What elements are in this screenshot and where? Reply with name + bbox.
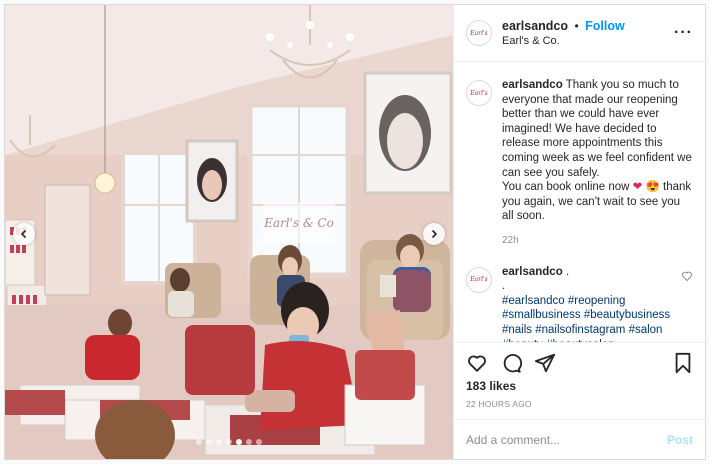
comment-icon[interactable] [500,352,522,374]
carousel-dot [226,439,232,445]
caption-body: earlsandco Thank you so much to everyone… [502,78,693,249]
post-header: Earl's earlsandco • Follow Earl's & Co. … [454,5,705,62]
more-options-icon[interactable]: ··· [674,24,693,42]
caption-comment: Earl's earlsandco Thank you so much to e… [466,78,693,249]
caption-timestamp: 22h [502,234,519,246]
comment-line-2: . [502,280,506,293]
chevron-left-icon [20,229,27,239]
comment-line-1: . [565,265,570,278]
carousel-dot [236,439,242,445]
previous-photo-button[interactable] [13,223,35,245]
caption-username[interactable]: earlsandco [502,79,563,91]
header-separator: • [574,18,579,33]
carousel-dot [206,439,212,445]
avatar[interactable]: Earl's [466,266,492,293]
carousel-dot [196,439,202,445]
carousel-dot [246,439,252,445]
next-photo-button[interactable] [423,223,445,245]
post-date[interactable]: 22 HOURS AGO [466,399,693,409]
carousel-indicator [5,439,453,445]
hashtag-comment: Earl's earlsandco . . #earlsandco #reope… [466,265,693,342]
avatar[interactable]: Earl's [466,80,492,106]
brand-logo-mark: Earl's [470,276,488,284]
brand-logo-mark: Earl's [470,29,488,37]
salon-photo-illustration: Earl's & Co [5,5,453,459]
instagram-post-modal: Earl's & Co Earl's earlsandco • Follow E… [4,4,706,460]
comment-username[interactable]: earlsandco [502,266,563,278]
hashtag-list[interactable]: #earlsandco #reopening #smallbusiness #b… [502,295,670,342]
heart-eyes-emoji: 😍 [645,181,660,194]
header-fullname: Earl's & Co. [502,34,560,47]
comments-list[interactable]: Earl's earlsandco Thank you so much to e… [454,62,705,342]
post-side-panel: Earl's earlsandco • Follow Earl's & Co. … [453,5,705,459]
likes-count[interactable]: 183 likes [466,379,693,393]
window-sign-text: Earl's & Co [263,216,334,230]
heart-icon[interactable] [466,352,488,374]
red-heart-emoji: ❤ [632,181,643,194]
header-text: earlsandco • Follow Earl's & Co. [502,18,674,49]
share-icon[interactable] [534,352,556,374]
caption-text-2: You can book online now [502,181,630,194]
comment-input[interactable] [466,432,667,447]
post-comment-button[interactable]: Post [667,433,693,447]
caption-text-1: Thank you so much to everyone that made … [502,79,692,179]
hashtag-comment-body: earlsandco . . #earlsandco #reopening #s… [502,265,675,342]
follow-button[interactable]: Follow [585,19,625,33]
action-icons [466,351,693,375]
post-photo[interactable]: Earl's & Co [5,5,453,459]
comment-like-heart-icon[interactable] [681,270,693,282]
carousel-dot [216,439,222,445]
post-actions: 183 likes 22 HOURS AGO [454,342,705,419]
avatar[interactable]: Earl's [466,20,492,46]
carousel-dot [256,439,262,445]
brand-logo-mark: Earl's [470,89,488,97]
bookmark-icon[interactable] [673,352,693,374]
chevron-right-icon [431,229,438,239]
add-comment-bar: Post [454,419,705,459]
header-username[interactable]: earlsandco [502,19,568,33]
